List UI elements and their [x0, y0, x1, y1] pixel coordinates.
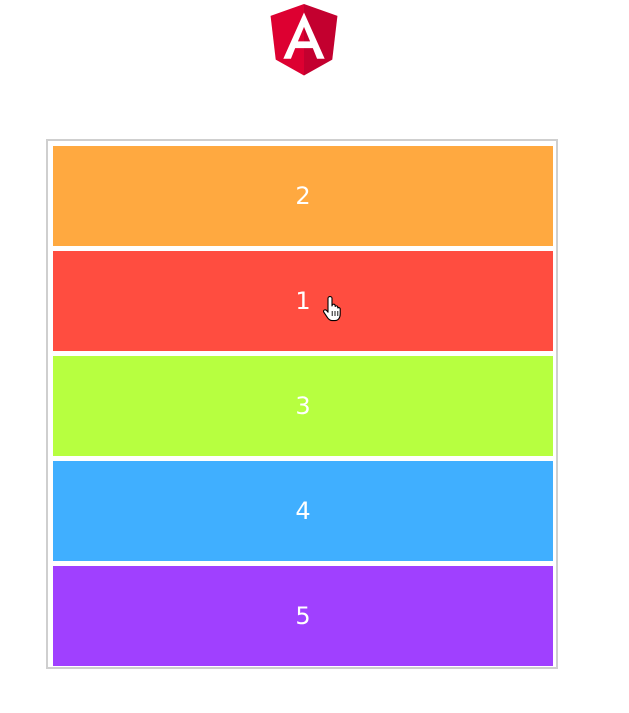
list-item[interactable]: 1	[53, 251, 553, 351]
angular-logo-icon	[266, 0, 342, 78]
logo-shield-right	[304, 4, 338, 76]
list-item[interactable]: 4	[53, 461, 553, 561]
list-item[interactable]: 3	[53, 356, 553, 456]
logo-shield-left	[270, 4, 304, 76]
sortable-list: 2 1 3 4 5	[46, 139, 558, 669]
list-item[interactable]: 2	[53, 146, 553, 246]
list-item[interactable]: 5	[53, 566, 553, 666]
